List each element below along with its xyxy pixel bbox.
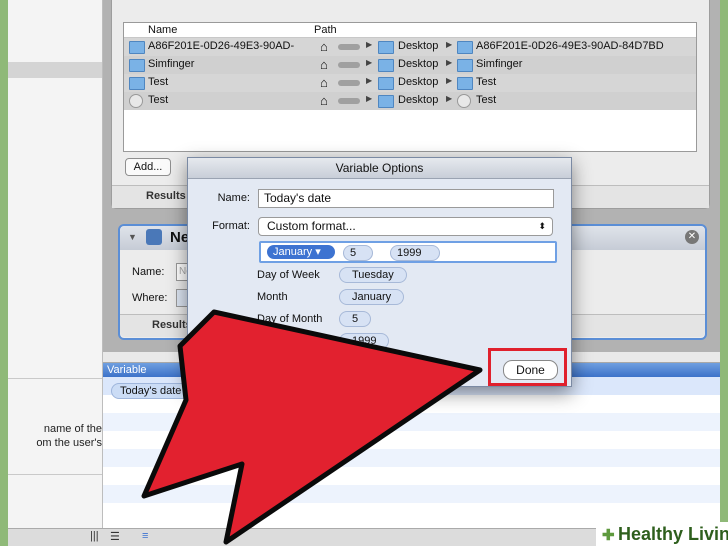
files-table: Name Path A86F201E-0D26-49E3-90AD- ⌂ ▶ D…: [123, 22, 697, 152]
divider: [8, 474, 102, 475]
month-token-label: January: [273, 246, 313, 258]
path-segment: Test: [476, 94, 497, 106]
folder-icon: [457, 41, 473, 54]
format-label: Format:: [212, 220, 250, 232]
selected-library-row[interactable]: [8, 62, 102, 78]
path-arrow-icon: ▶: [366, 58, 373, 67]
path-arrow-icon: ▶: [366, 76, 373, 85]
variable-name-field[interactable]: Today's date: [258, 189, 554, 208]
gear-icon: [457, 94, 471, 108]
redacted-user: [338, 62, 360, 68]
name-label: Name:: [132, 266, 165, 278]
folder-icon: [129, 59, 145, 72]
redacted-user: [338, 80, 360, 86]
row-name: A86F201E-0D26-49E3-90AD-: [148, 40, 295, 52]
path-segment: Test: [476, 76, 497, 88]
disclosure-triangle-icon[interactable]: ▼: [128, 232, 137, 242]
folder-icon: [378, 95, 394, 108]
folder-icon: [129, 41, 145, 54]
path-segment: Simfinger: [476, 58, 523, 70]
folder-icon: [457, 77, 473, 90]
dialog-title: Variable Options: [188, 158, 571, 179]
popup-arrows-icon: ⬍: [538, 221, 546, 231]
path-arrow-icon: ▶: [446, 76, 453, 85]
divider: [8, 378, 102, 379]
table-row[interactable]: Test ⌂ ▶ Desktop ▶ Test: [124, 92, 696, 110]
folder-icon: [378, 41, 394, 54]
month-token[interactable]: January ▾: [267, 245, 335, 259]
option-token[interactable]: Tuesday: [339, 267, 407, 283]
highlight-box: [488, 348, 567, 386]
option-token[interactable]: January: [339, 289, 405, 305]
action-description: name of the om the user's: [8, 422, 102, 450]
watermark-text: Healthy Living: [618, 524, 728, 544]
path-segment: Desktop: [398, 76, 439, 88]
path-segment: Desktop: [398, 40, 439, 52]
table-row[interactable]: Simfinger ⌂ ▶ Desktop ▶ Simfinger: [124, 56, 696, 74]
row-name: Simfinger: [148, 58, 195, 70]
column-header-name[interactable]: Name: [148, 24, 177, 36]
home-icon: ⌂: [320, 39, 328, 54]
path-arrow-icon: ▶: [446, 58, 453, 67]
row-name: Test: [148, 76, 169, 88]
folder-icon: [129, 77, 145, 90]
format-popup[interactable]: Custom format... ⬍: [258, 217, 553, 236]
path-arrow-icon: ▶: [366, 94, 373, 103]
gear-icon: [129, 94, 143, 108]
option-label: Day of Week: [257, 269, 320, 281]
path-segment: A86F201E-0D26-49E3-90AD-84D7BD: [476, 40, 664, 52]
home-icon: ⌂: [320, 75, 328, 90]
left-library-pane: name of the om the user's: [8, 0, 103, 546]
description-line: om the user's: [36, 437, 102, 449]
column-header-path[interactable]: Path: [314, 24, 337, 36]
table-header: Name Path: [124, 23, 696, 38]
day-token[interactable]: 5: [343, 245, 374, 261]
redacted-user: [338, 44, 360, 50]
date-format-token-field[interactable]: January ▾ 5 1999: [259, 241, 557, 263]
description-line: name of the: [43, 423, 102, 435]
leaf-icon: ✚: [602, 527, 615, 544]
folder-icon: [378, 77, 394, 90]
results-label[interactable]: Results: [146, 190, 186, 202]
arrow-shape: [141, 309, 483, 545]
finder-icon: [146, 229, 162, 245]
redacted-user: [338, 98, 360, 104]
pointer-arrow-icon: [141, 309, 483, 545]
home-icon: ⌂: [320, 93, 328, 108]
path-arrow-icon: ▶: [366, 40, 373, 49]
option-label: Month: [257, 291, 288, 303]
row-name: Test: [148, 94, 169, 106]
table-row[interactable]: A86F201E-0D26-49E3-90AD- ⌂ ▶ Desktop ▶ A…: [124, 38, 696, 56]
folder-icon: [378, 59, 394, 72]
path-arrow-icon: ▶: [446, 94, 453, 103]
table-row[interactable]: Test ⌂ ▶ Desktop ▶ Test: [124, 74, 696, 92]
year-token[interactable]: 1999: [390, 245, 441, 261]
format-value: Custom format...: [267, 219, 356, 233]
folder-icon: [457, 59, 473, 72]
close-icon[interactable]: ✕: [685, 230, 699, 244]
home-icon: ⌂: [320, 57, 328, 72]
path-segment: Desktop: [398, 94, 439, 106]
name-label: Name:: [217, 192, 250, 204]
where-label: Where:: [132, 292, 168, 304]
path-arrow-icon: ▶: [446, 40, 453, 49]
list-view-icon[interactable]: ☰: [110, 530, 120, 543]
add-button[interactable]: Add...: [125, 158, 171, 176]
path-segment: Desktop: [398, 58, 439, 70]
watermark-logo: ✚ Healthy Living: [596, 522, 728, 546]
column-view-icon[interactable]: |||: [90, 530, 99, 542]
